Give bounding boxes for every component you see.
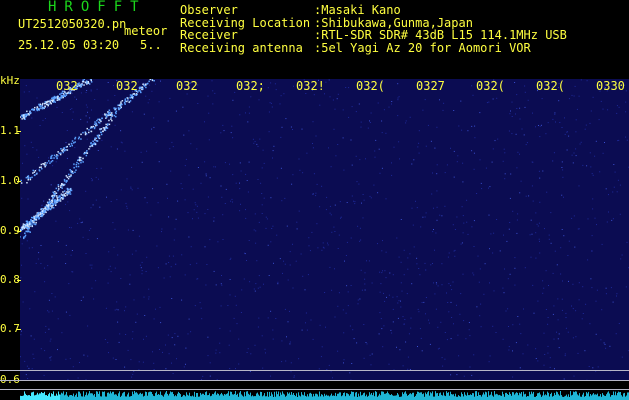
reference-line (0, 380, 629, 381)
info-labels: Observer Receiving Location Receiver Rec… (180, 4, 310, 54)
receiver-label: Receiver (180, 28, 238, 42)
y-axis-unit: kHz (0, 74, 20, 87)
spectrogram-plot[interactable] (20, 79, 629, 380)
time-label: 032( (476, 79, 505, 93)
file-name: UT2512050320.pn (18, 17, 127, 31)
antenna-label: Receiving antenna (180, 40, 303, 55)
time-label: 032 (116, 79, 138, 93)
observation-datetime: 25.12.05 03:20 (18, 38, 120, 52)
y-tick-mark (17, 181, 21, 182)
header-panel: HROFFT UT2512050320.pn meteor 25.12.05 0… (0, 0, 629, 79)
time-label: 032! (296, 79, 325, 93)
time-label: 0330 (596, 79, 625, 93)
meteor-count: 5.. (140, 38, 162, 52)
time-label: 032( (536, 79, 565, 93)
receiver-value: :RTL-SDR SDR# 43dB L15 114.1MHz USB (314, 28, 567, 42)
y-tick-mark (17, 280, 21, 281)
time-label: 032( (356, 79, 385, 93)
time-label: 032 (56, 79, 78, 93)
antenna-value: :5el Yagi Az 20 for Aomori VOR (314, 40, 531, 55)
time-label: 032; (236, 79, 265, 93)
observer-label: Observer (180, 3, 238, 17)
y-tick-mark (17, 329, 21, 330)
y-tick-mark (17, 231, 21, 232)
time-label: 0327 (416, 79, 445, 93)
info-values: :Masaki Kano :Shibukawa,Gunma,Japan :RTL… (314, 4, 567, 54)
signal-level-strip (20, 391, 629, 400)
spectrogram-canvas (20, 79, 629, 380)
time-label: 032 (176, 79, 198, 93)
reference-line (0, 370, 629, 371)
y-tick-mark (17, 131, 21, 132)
observer-value: :Masaki Kano (314, 3, 401, 17)
app-logo: HROFFT (48, 0, 147, 15)
meteor-label: meteor (124, 24, 168, 38)
